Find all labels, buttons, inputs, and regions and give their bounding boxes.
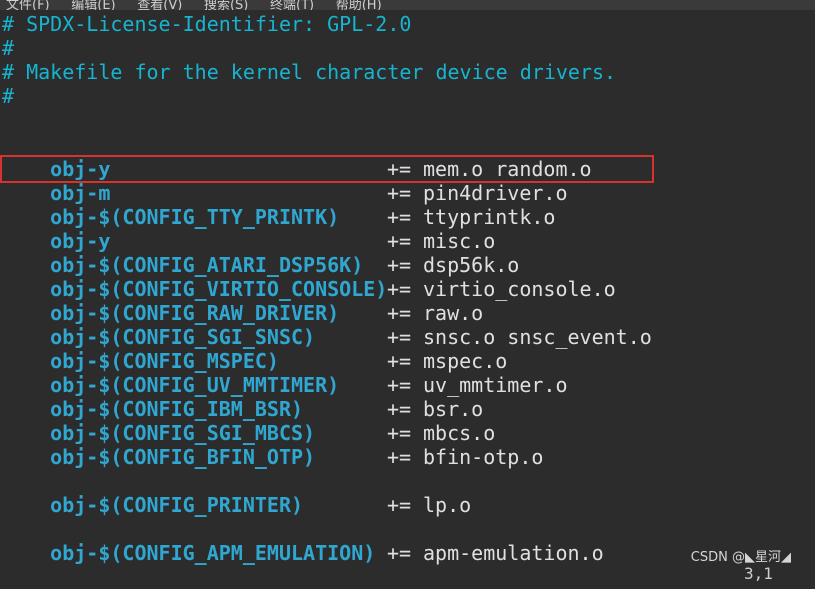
- makefile-rule-line: obj-$(CONFIG_RAW_DRIVER) += raw.o: [2, 277, 702, 325]
- comment-line: # Makefile for the kernel character devi…: [2, 60, 617, 84]
- makefile-rule-line: obj-$(CONFIG_TTY_PRINTK) += ttyprintk.o: [2, 181, 702, 229]
- rule-variable: obj-$(CONFIG_BFIN_OTP): [50, 445, 316, 469]
- rule-variable: obj-$(CONFIG_PRINTER): [50, 493, 304, 517]
- menu-file[interactable]: 文件(F): [0, 0, 56, 10]
- rule-value: lp.o: [423, 493, 472, 517]
- terminal-menubar: 文件(F) 编辑(E) 查看(V) 搜索(S) 终端(T) 帮助(H): [0, 0, 815, 10]
- menu-edit[interactable]: 编辑(E): [65, 0, 121, 10]
- rule-operator: +=: [387, 493, 412, 517]
- makefile-rule-line: obj-$(CONFIG_VIRTIO_CONSOLE) += virtio_con…: [2, 253, 702, 301]
- rule-value: bfin-otp.o: [423, 445, 544, 469]
- makefile-rule-line: obj-$(CONFIG_ATARI_DSP56K) += dsp56k.o: [2, 229, 702, 277]
- editor-area[interactable]: # SPDX-License-Identifier: GPL-2.0 # # M…: [0, 12, 815, 573]
- menu-help[interactable]: 帮助(H): [330, 0, 388, 10]
- makefile-rule-line: obj-$(CONFIG_MSPEC) += mspec.o: [2, 325, 702, 373]
- highlight-box: [0, 155, 654, 183]
- makefile-rule-line: obj-y += misc.o: [2, 205, 702, 253]
- makefile-rule-line: obj-$(CONFIG_PRINTER) += lp.o: [2, 469, 702, 517]
- menu-search[interactable]: 搜索(S): [198, 0, 254, 10]
- makefile-rule-line: obj-y += mem.o random.o: [2, 133, 702, 181]
- menu-view[interactable]: 查看(V): [131, 0, 188, 10]
- makefile-rule-line: obj-$(CONFIG_UV_MMTIMER) += uv_mmtimer.o: [2, 349, 702, 397]
- comment-line: # SPDX-License-Identifier: GPL-2.0: [2, 12, 412, 36]
- csdn-watermark: CSDN @◣星河◢: [690, 550, 791, 565]
- cursor-position-readout: 3,1: [744, 564, 773, 583]
- menu-terminal[interactable]: 终端(T): [264, 0, 320, 10]
- makefile-rule-line: obj-$(CONFIG_SGI_MBCS) += mbcs.o: [2, 397, 702, 445]
- comment-line: #: [2, 84, 15, 108]
- makefile-rule-line: obj-$(CONFIG_SGI_SNSC) += snsc.o snsc_even…: [2, 301, 702, 349]
- rule-value: apm-emulation.o: [423, 541, 604, 565]
- makefile-rule-line: obj-$(CONFIG_IBM_BSR) += bsr.o: [2, 373, 702, 421]
- comment-line: #: [2, 36, 15, 60]
- rule-variable: obj-$(CONFIG_APM_EMULATION): [50, 541, 376, 565]
- makefile-rule-line: obj-$(CONFIG_APM_EMULATION) += apm-emulati…: [2, 517, 702, 565]
- makefile-rule-line: obj-$(CONFIG_BFIN_OTP) += bfin-otp.o: [2, 421, 702, 469]
- rule-operator: +=: [387, 445, 412, 469]
- rule-operator: +=: [387, 541, 412, 565]
